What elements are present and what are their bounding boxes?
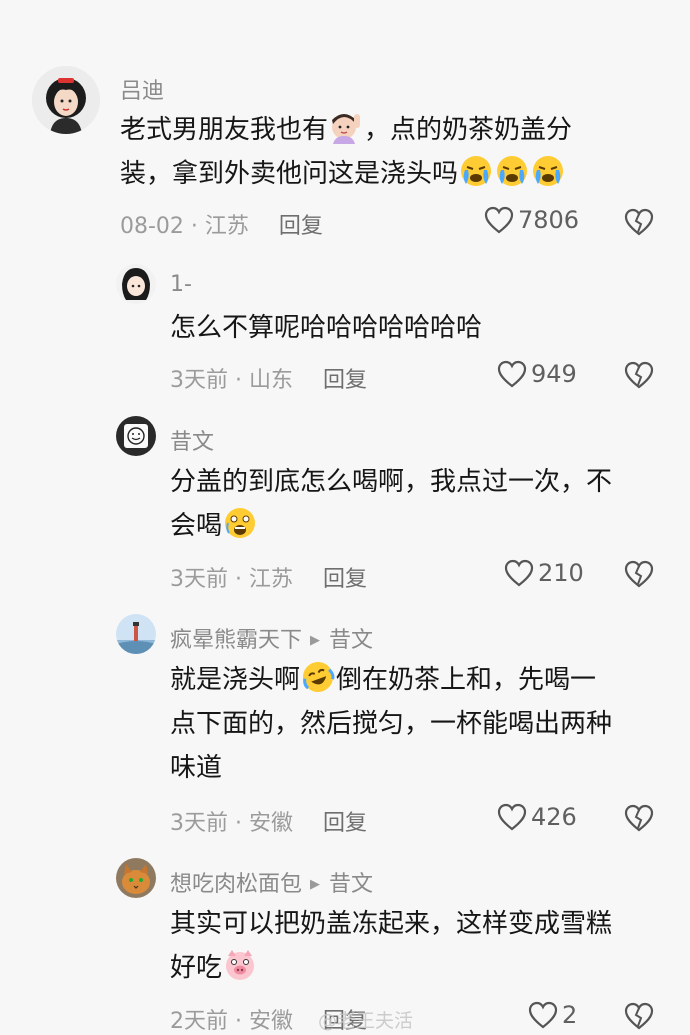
comment-text-line: 分盖的到底怎么喝啊，我点过一次，不: [170, 467, 613, 497]
username[interactable]: 疯晕熊霸天下 ▶ 昔文: [170, 622, 373, 654]
comment-text-line: 倒在奶茶上和，先喝一: [336, 665, 597, 695]
username[interactable]: 吕迪: [120, 73, 164, 105]
like-button[interactable]: 426: [497, 803, 577, 831]
reply-button[interactable]: 回复: [323, 811, 367, 836]
like-button[interactable]: 949: [497, 360, 577, 388]
shocked-emoji-icon: [223, 506, 257, 540]
comment-text-line: 就是浇头啊: [170, 665, 301, 695]
reply-button[interactable]: 回复: [323, 567, 367, 592]
comment-text-line: 味道: [170, 753, 223, 783]
comment-text: 就是浇头啊 倒在奶茶上和，先喝一 点下面的，然后搅匀，一杯能喝出两种 味道: [170, 658, 670, 790]
heart-icon: [484, 206, 514, 234]
avatar-image-icon: [32, 66, 100, 134]
like-count: 949: [531, 360, 577, 388]
username[interactable]: 昔文: [170, 424, 214, 456]
avatar[interactable]: [116, 614, 156, 654]
avatar[interactable]: [32, 66, 100, 134]
comment-text: 其实可以把奶盖冻起来，这样变成雪糕 好吃: [170, 902, 670, 990]
comment-text: 老式男朋友我也有 ，点的奶茶奶盖分 装，拿到外卖他问这是浇头吗: [120, 108, 640, 196]
reply-to-username[interactable]: 昔文: [329, 872, 373, 897]
comment-meta: 3天前 · 山东 回复: [170, 362, 367, 394]
username-text: 疯晕熊霸天下: [170, 628, 303, 653]
avatar[interactable]: [116, 858, 156, 898]
avatar-image-icon: [116, 264, 156, 304]
reply-button[interactable]: 回复: [323, 368, 367, 393]
woman-raising-hand-emoji-icon: [329, 110, 363, 144]
crying-emoji-icon: [531, 154, 565, 188]
avatar-image-icon: [116, 416, 156, 456]
like-button[interactable]: 2: [528, 1001, 577, 1029]
like-button[interactable]: 210: [504, 559, 584, 587]
pig-emoji-icon: [223, 948, 257, 982]
broken-heart-icon[interactable]: [624, 804, 654, 832]
comment-text-line: 点下面的，然后搅匀，一杯能喝出两种: [170, 709, 613, 739]
like-count: 2: [562, 1001, 578, 1029]
comment-text: 怎么不算呢哈哈哈哈哈哈哈: [170, 306, 650, 350]
comment-meta: 08-02 · 江苏 回复: [120, 208, 323, 240]
laughing-crying-emoji-icon: [301, 660, 335, 694]
like-count: 7806: [518, 206, 580, 234]
date-location: 3天前 · 安徽: [170, 811, 293, 836]
comment-text-line: 好吃: [170, 953, 223, 983]
comment-meta: 3天前 · 江苏 回复: [170, 561, 367, 593]
date-location: 3天前 · 山东: [170, 368, 293, 393]
username[interactable]: 想吃肉松面包 ▶ 昔文: [170, 866, 373, 898]
crying-emoji-icon: [495, 154, 529, 188]
watermark: @老王夫活: [318, 1010, 414, 1032]
like-count: 426: [531, 803, 577, 831]
reply-arrow-icon: ▶: [310, 877, 321, 892]
heart-icon: [497, 360, 527, 388]
crying-emoji-icon: [459, 154, 493, 188]
like-button[interactable]: 7806: [484, 206, 579, 234]
broken-heart-icon[interactable]: [624, 1002, 654, 1030]
broken-heart-icon[interactable]: [624, 560, 654, 588]
date-location: 08-02 · 江苏: [120, 214, 249, 239]
broken-heart-icon[interactable]: [624, 208, 654, 236]
avatar[interactable]: [116, 416, 156, 456]
avatar[interactable]: [116, 264, 156, 304]
reply-to-username[interactable]: 昔文: [329, 628, 373, 653]
broken-heart-icon[interactable]: [624, 361, 654, 389]
avatar-image-icon: [116, 614, 156, 654]
comment-text-line: 会喝: [170, 511, 223, 541]
like-count: 210: [538, 559, 584, 587]
comment-text-line: 其实可以把奶盖冻起来，这样变成雪糕: [170, 909, 613, 939]
comment-text-line: 老式男朋友我也有: [120, 115, 329, 145]
reply-arrow-icon: ▶: [310, 633, 321, 648]
avatar-image-icon: [116, 858, 156, 898]
comment-text: 分盖的到底怎么喝啊，我点过一次，不 会喝: [170, 460, 670, 548]
username-text: 想吃肉松面包: [170, 872, 303, 897]
date-location: 3天前 · 江苏: [170, 567, 293, 592]
reply-button[interactable]: 回复: [279, 214, 323, 239]
heart-icon: [528, 1001, 558, 1029]
heart-icon: [497, 803, 527, 831]
username[interactable]: 1-: [170, 272, 192, 297]
comment-text-line: ，点的奶茶奶盖分: [364, 115, 573, 145]
heart-icon: [504, 559, 534, 587]
date-location: 2天前 · 安徽: [170, 1009, 293, 1034]
comment-meta: 3天前 · 安徽 回复: [170, 805, 367, 837]
comment-text-line: 装，拿到外卖他问这是浇头吗: [120, 159, 459, 189]
comment-text-line: 怎么不算呢哈哈哈哈哈哈哈: [170, 313, 483, 343]
